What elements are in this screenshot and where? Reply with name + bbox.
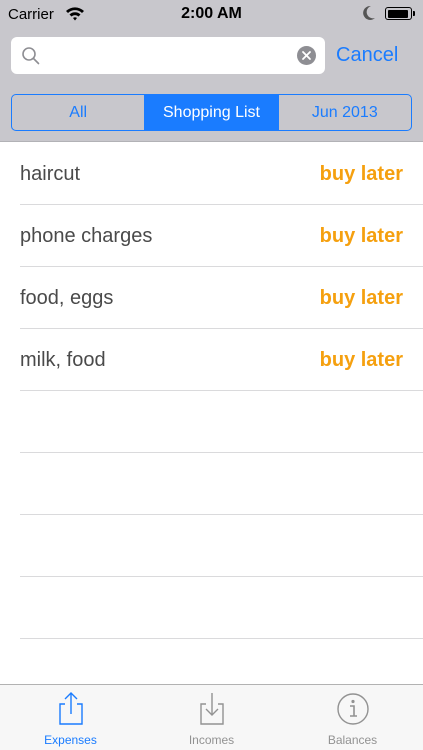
item-status: buy later (319, 349, 403, 371)
status-bar: Carrier 2:00 AM (0, 0, 423, 28)
item-name: haircut (20, 163, 81, 185)
info-icon (336, 693, 369, 725)
empty-row (20, 453, 423, 515)
search-field[interactable] (11, 37, 325, 74)
navigation-header: Carrier 2:00 AM Cancel All Shopping List… (0, 0, 423, 142)
tab-expenses[interactable]: Expenses (0, 685, 141, 750)
download-icon (199, 693, 224, 725)
empty-row (20, 515, 423, 577)
battery-icon (385, 7, 415, 20)
segment-label: Shopping List (163, 103, 260, 121)
battery-level (387, 9, 408, 18)
search-icon (22, 47, 40, 65)
moon-icon (363, 5, 375, 20)
segment-month[interactable]: Jun 2013 (277, 95, 411, 130)
upload-icon (58, 692, 83, 725)
item-name: food, eggs (20, 287, 114, 309)
tab-bar: Expenses Incomes Balances (0, 684, 423, 750)
tab-balances[interactable]: Balances (282, 685, 423, 750)
cancel-button[interactable]: Cancel (336, 44, 398, 67)
search-input[interactable] (47, 37, 297, 74)
item-status: buy later (319, 287, 403, 309)
tab-label: Balances (327, 733, 378, 747)
clear-icon[interactable] (297, 46, 316, 65)
empty-row (20, 577, 423, 639)
segment-all[interactable]: All (12, 95, 144, 130)
item-status: buy later (319, 163, 403, 185)
tab-label: Expenses (44, 733, 97, 747)
empty-row (20, 391, 423, 453)
list-item[interactable]: haircut buy later (20, 143, 423, 205)
list-item[interactable]: milk, food buy later (20, 329, 423, 391)
expense-list: haircut buy later phone charges buy late… (0, 143, 423, 639)
item-name: phone charges (20, 225, 153, 247)
segment-shopping-list[interactable]: Shopping List (144, 95, 278, 130)
clock-time: 2:00 AM (181, 5, 242, 22)
item-name: milk, food (20, 349, 106, 371)
list-item[interactable]: phone charges buy later (20, 205, 423, 267)
item-status: buy later (319, 225, 403, 247)
list-item[interactable]: food, eggs buy later (20, 267, 423, 329)
tab-incomes[interactable]: Incomes (141, 685, 282, 750)
segment-label: All (69, 103, 88, 121)
segment-label: Jun 2013 (311, 103, 378, 121)
tab-label: Incomes (188, 733, 235, 747)
filter-segmented-control: All Shopping List Jun 2013 (11, 94, 412, 131)
